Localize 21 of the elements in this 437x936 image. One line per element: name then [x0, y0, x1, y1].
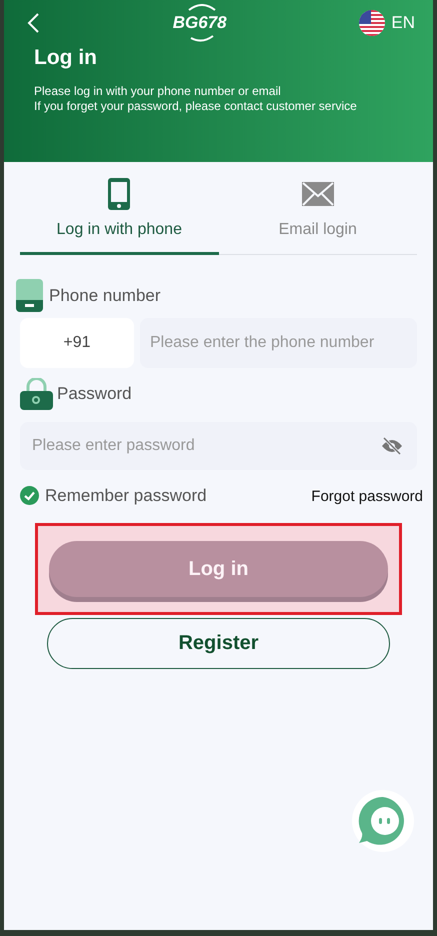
back-icon: [26, 12, 40, 34]
page-title: Log in: [34, 45, 98, 71]
flag-icon: [359, 10, 386, 36]
lock-icon: [20, 378, 53, 410]
field-label: Phone number: [49, 284, 161, 307]
phone-icon: [107, 178, 132, 210]
remember-checkbox[interactable]: Remember password: [20, 482, 207, 508]
back-button[interactable]: [26, 12, 40, 34]
envelope-icon: [302, 182, 334, 206]
field-label: Password: [57, 383, 132, 406]
eye-off-icon[interactable]: [381, 437, 403, 455]
logo-text: BG678: [172, 13, 227, 32]
forgot-password-link[interactable]: Forgot password: [311, 486, 423, 508]
login-tab[interactable]: Log in with phone: [20, 178, 218, 255]
register-button[interactable]: Register: [47, 618, 390, 668]
phone-field-icon: [16, 279, 43, 312]
password-input-field[interactable]: Please enter password: [20, 422, 417, 470]
country-code-button[interactable]: +91: [20, 318, 134, 368]
subtitle-text: If you forget your password, please contact customer service: [34, 98, 358, 114]
phone-input-field[interactable]: Please enter the phone number: [140, 318, 417, 368]
subtitle-text: Please log in with your phone number or email: [34, 84, 282, 98]
